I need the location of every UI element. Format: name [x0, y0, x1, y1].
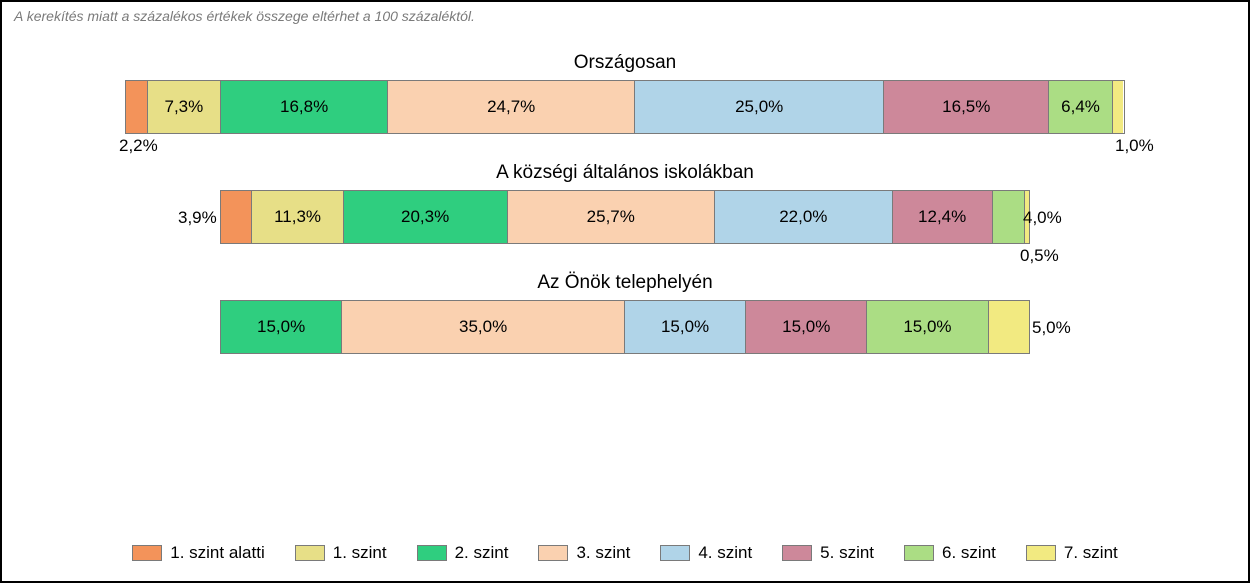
legend-item-level-1: 1. szint [295, 543, 387, 563]
segment-label: 25,0% [735, 97, 783, 117]
segment-level-5: 12,4% [893, 191, 993, 243]
external-label: 4,0% [1023, 208, 1062, 228]
swatch-icon [417, 545, 447, 561]
external-label: 1,0% [1115, 136, 1154, 156]
bar-wrap: 15,0% 35,0% 15,0% 15,0% 15,0% 5,0% [220, 300, 1030, 354]
swatch-icon [538, 545, 568, 561]
segment-level-5: 16,5% [884, 81, 1049, 133]
chart-row-orszagosan: Országosan 7,3% 16,8% 24,7% 25,0% 16,5% … [125, 52, 1125, 134]
segment-level-2: 16,8% [221, 81, 389, 133]
segment-label: 15,0% [661, 317, 709, 337]
segment-level-6: 15,0% [867, 301, 988, 353]
chart-title: Országosan [574, 52, 676, 74]
segment-level-1: 7,3% [148, 81, 221, 133]
legend-item-level-5: 5. szint [782, 543, 874, 563]
segment-level-3: 35,0% [342, 301, 625, 353]
swatch-icon [132, 545, 162, 561]
segment-level-2: 15,0% [221, 301, 342, 353]
footnote: A kerekítés miatt a százalékos értékek ö… [14, 8, 1238, 24]
segment-label: 16,5% [942, 97, 990, 117]
stacked-bar: 15,0% 35,0% 15,0% 15,0% 15,0% [220, 300, 1030, 354]
segment-label: 35,0% [459, 317, 507, 337]
chart-title: A községi általános iskolákban [496, 162, 754, 184]
chart-frame: A kerekítés miatt a százalékos értékek ö… [0, 0, 1250, 583]
segment-label: 25,7% [587, 207, 635, 227]
legend-item-level-6: 6. szint [904, 543, 996, 563]
segment-level-below-1 [126, 81, 148, 133]
segment-level-4: 25,0% [635, 81, 885, 133]
segment-level-3: 25,7% [508, 191, 715, 243]
segment-label: 11,3% [274, 207, 321, 227]
external-label: 2,2% [119, 136, 158, 156]
legend-item-level-below-1: 1. szint alatti [132, 543, 265, 563]
legend-label: 7. szint [1064, 543, 1118, 563]
bar-wrap: 11,3% 20,3% 25,7% 22,0% 12,4% 3,9% 4,0% … [220, 190, 1030, 244]
legend-label: 5. szint [820, 543, 874, 563]
segment-level-7 [989, 301, 1029, 353]
swatch-icon [295, 545, 325, 561]
segment-label: 12,4% [918, 207, 966, 227]
segment-level-3: 24,7% [388, 81, 635, 133]
segment-label: 22,0% [779, 207, 827, 227]
segment-label: 15,0% [257, 317, 305, 337]
legend-label: 6. szint [942, 543, 996, 563]
segment-level-6 [993, 191, 1025, 243]
legend-label: 4. szint [698, 543, 752, 563]
segment-level-below-1 [221, 191, 252, 243]
external-label: 3,9% [178, 208, 217, 228]
swatch-icon [660, 545, 690, 561]
external-label: 5,0% [1032, 318, 1071, 338]
legend-label: 1. szint [333, 543, 387, 563]
stacked-bar: 7,3% 16,8% 24,7% 25,0% 16,5% 6,4% [125, 80, 1125, 134]
segment-level-4: 15,0% [625, 301, 746, 353]
chart-row-kozsegi: A községi általános iskolákban 11,3% 20,… [125, 162, 1125, 244]
segment-label: 24,7% [487, 97, 535, 117]
segment-label: 16,8% [280, 97, 328, 117]
bar-wrap: 7,3% 16,8% 24,7% 25,0% 16,5% 6,4% 2,2% 1… [125, 80, 1125, 134]
segment-label: 15,0% [782, 317, 830, 337]
legend: 1. szint alatti 1. szint 2. szint 3. szi… [2, 543, 1248, 563]
legend-item-level-4: 4. szint [660, 543, 752, 563]
legend-item-level-7: 7. szint [1026, 543, 1118, 563]
swatch-icon [782, 545, 812, 561]
swatch-icon [904, 545, 934, 561]
segment-level-7 [1113, 81, 1123, 133]
segment-level-1: 11,3% [252, 191, 343, 243]
legend-label: 2. szint [455, 543, 509, 563]
legend-label: 1. szint alatti [170, 543, 265, 563]
stacked-bar: 11,3% 20,3% 25,7% 22,0% 12,4% [220, 190, 1030, 244]
chart-row-onok: Az Önök telephelyén 15,0% 35,0% 15,0% 15… [125, 272, 1125, 354]
segment-level-2: 20,3% [344, 191, 508, 243]
swatch-icon [1026, 545, 1056, 561]
segment-label: 6,4% [1061, 97, 1100, 117]
segment-label: 7,3% [165, 97, 204, 117]
chart-title: Az Önök telephelyén [537, 272, 712, 294]
legend-item-level-3: 3. szint [538, 543, 630, 563]
segment-level-4: 22,0% [715, 191, 893, 243]
legend-item-level-2: 2. szint [417, 543, 509, 563]
legend-label: 3. szint [576, 543, 630, 563]
segment-label: 15,0% [903, 317, 951, 337]
segment-level-5: 15,0% [746, 301, 867, 353]
segment-level-6: 6,4% [1049, 81, 1113, 133]
charts-container: Országosan 7,3% 16,8% 24,7% 25,0% 16,5% … [12, 52, 1238, 354]
segment-label: 20,3% [401, 207, 449, 227]
external-label: 0,5% [1020, 246, 1059, 266]
